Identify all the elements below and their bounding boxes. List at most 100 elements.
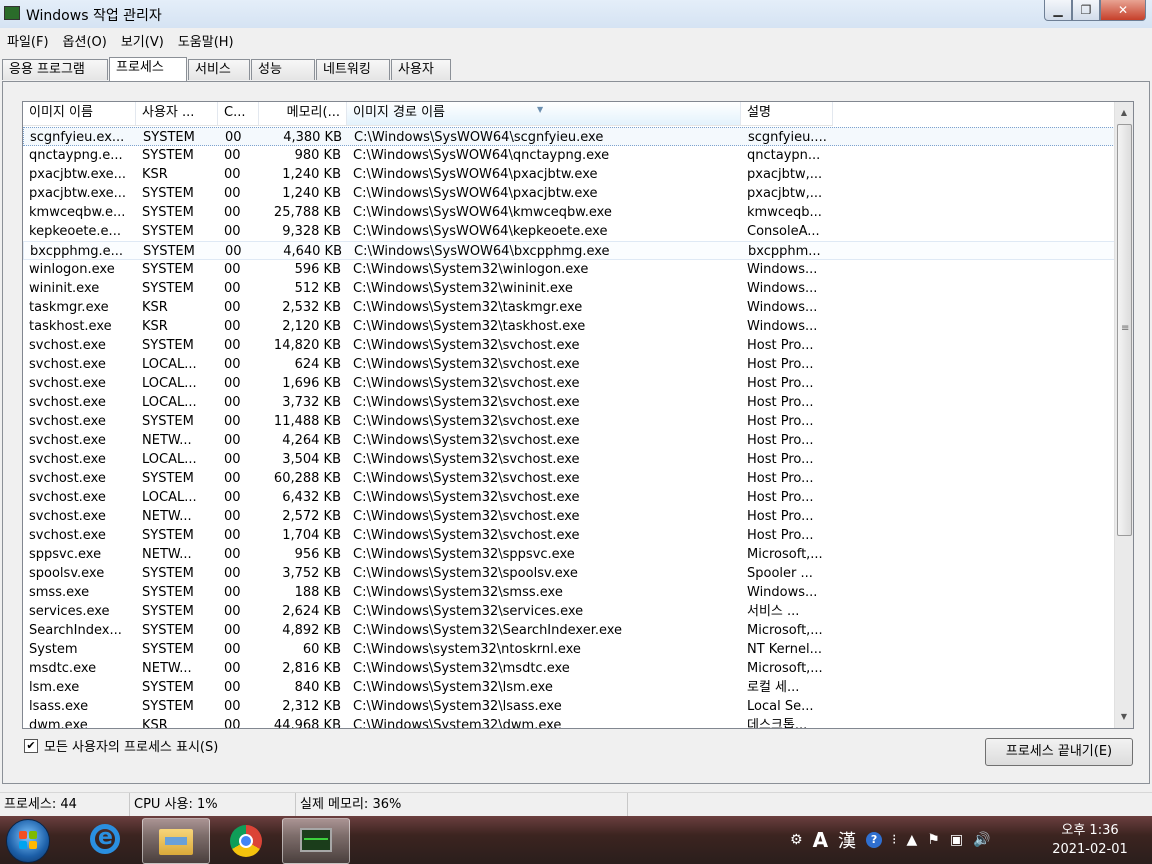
table-row[interactable]: svchost.exe NETW... 00 2,572 KB C:\Windows\S… — [23, 507, 1115, 526]
table-row[interactable]: svchost.exe LOCAL... 00 624 KB C:\Windows\Sy… — [23, 355, 1115, 374]
table-row[interactable]: pxacjbtw.exe... KSR 00 1,240 KB C:\Windows\S… — [23, 165, 1115, 184]
table-row[interactable]: SearchIndex... SYSTEM 00 4,892 KB C:\Windows… — [23, 621, 1115, 640]
taskbar-explorer[interactable] — [142, 818, 210, 864]
column-cpu[interactable]: C... — [218, 102, 259, 125]
maximize-button[interactable]: ❐ — [1072, 0, 1100, 21]
cell-image-name: svchost.exe — [29, 528, 106, 543]
table-row[interactable]: wininit.exe SYSTEM 00 512 KB C:\Windows\Syst… — [23, 279, 1115, 298]
menu-options[interactable]: 옵션(O) — [56, 28, 114, 52]
table-row[interactable]: taskmgr.exe KSR 00 2,532 KB C:\Windows\Syste… — [23, 298, 1115, 317]
cell-image-path: C:\Windows\SysWOW64\pxacjbtw.exe — [353, 167, 598, 182]
table-row[interactable]: kepkeoete.e... SYSTEM 00 9,328 KB C:\Windows… — [23, 222, 1115, 241]
table-row[interactable]: taskhost.exe KSR 00 2,120 KB C:\Windows\Syst… — [23, 317, 1115, 336]
column-memory[interactable]: 메모리(... — [259, 102, 347, 125]
scroll-thumb[interactable]: ≡ — [1117, 124, 1132, 536]
cell-memory: 2,312 KB — [282, 699, 341, 714]
end-process-button[interactable]: 프로세스 끝내기(E) — [985, 738, 1133, 766]
scroll-down-arrow-icon[interactable]: ▼ — [1115, 708, 1133, 725]
process-list[interactable]: 이미지 이름 사용자 ... C... 메모리(... 이미지 경로 이름 ▼ 설… — [22, 101, 1134, 729]
language-bar-icon[interactable]: ⚙ — [790, 832, 803, 848]
ime-mode-icon[interactable]: A — [813, 828, 828, 852]
cell-cpu: 00 — [224, 642, 241, 657]
tab-applications[interactable]: 응용 프로그램 — [2, 59, 108, 80]
vertical-scrollbar[interactable]: ▲ ≡ ▼ — [1114, 102, 1133, 728]
table-row[interactable]: lsm.exe SYSTEM 00 840 KB C:\Windows\System32… — [23, 678, 1115, 697]
start-button[interactable] — [6, 819, 50, 863]
cell-memory: 44,968 KB — [273, 718, 341, 729]
hanja-icon[interactable]: 漢 — [838, 827, 856, 853]
cell-memory: 1,696 KB — [282, 376, 341, 391]
table-row[interactable]: svchost.exe NETW... 00 4,264 KB C:\Windows\S… — [23, 431, 1115, 450]
cell-memory: 9,328 KB — [282, 224, 341, 239]
menu-help[interactable]: 도움말(H) — [171, 28, 241, 52]
clock[interactable]: 오후 1:36 2021-02-01 — [1040, 821, 1140, 859]
show-all-checkbox[interactable]: ✔ — [24, 738, 38, 753]
cell-image-path: C:\Windows\SysWOW64\scgnfyieu.exe — [354, 130, 604, 145]
cell-user-name: KSR — [142, 300, 168, 315]
tab-performance[interactable]: 성능 — [251, 59, 315, 80]
cell-memory: 1,704 KB — [282, 528, 341, 543]
table-row[interactable]: svchost.exe LOCAL... 00 3,504 KB C:\Windows\… — [23, 450, 1115, 469]
table-row[interactable]: svchost.exe SYSTEM 00 11,488 KB C:\Windows\S… — [23, 412, 1115, 431]
tab-users[interactable]: 사용자 — [391, 59, 451, 80]
table-row[interactable]: svchost.exe LOCAL... 00 3,732 KB C:\Windows\… — [23, 393, 1115, 412]
table-row[interactable]: svchost.exe LOCAL... 00 6,432 KB C:\Windows\… — [23, 488, 1115, 507]
table-row[interactable]: kmwceqbw.e... SYSTEM 00 25,788 KB C:\Windows… — [23, 203, 1115, 222]
table-row[interactable]: svchost.exe SYSTEM 00 1,704 KB C:\Windows\Sy… — [23, 526, 1115, 545]
cell-description: Host Pro... — [747, 490, 814, 505]
cell-image-path: C:\Windows\System32\svchost.exe — [353, 395, 580, 410]
table-row[interactable]: smss.exe SYSTEM 00 188 KB C:\Windows\System3… — [23, 583, 1115, 602]
show-all-users-option[interactable]: ✔ 모든 사용자의 프로세스 표시(S) — [24, 736, 218, 755]
table-row[interactable]: svchost.exe SYSTEM 00 14,820 KB C:\Windows\S… — [23, 336, 1115, 355]
table-row[interactable]: scgnfyieu.ex... SYSTEM 00 4,380 KB C:\Window… — [23, 127, 1115, 146]
table-row[interactable]: bxcpphmg.e... SYSTEM 00 4,640 KB C:\Windows\… — [23, 241, 1115, 260]
column-image-path[interactable]: 이미지 경로 이름 ▼ — [347, 102, 741, 125]
table-row[interactable]: svchost.exe SYSTEM 00 60,288 KB C:\Windows\S… — [23, 469, 1115, 488]
scroll-up-arrow-icon[interactable]: ▲ — [1115, 104, 1133, 121]
table-row[interactable]: System SYSTEM 00 60 KB C:\Windows\system32\n… — [23, 640, 1115, 659]
cell-image-name: svchost.exe — [29, 471, 106, 486]
window-controls: ▁ ❐ ✕ — [1044, 0, 1146, 21]
cell-description: Host Pro... — [747, 376, 814, 391]
taskbar-task-manager[interactable] — [282, 818, 350, 864]
cell-image-name: svchost.exe — [29, 395, 106, 410]
table-row[interactable]: spoolsv.exe SYSTEM 00 3,752 KB C:\Windows\Sy… — [23, 564, 1115, 583]
cell-memory: 1,240 KB — [282, 167, 341, 182]
column-description[interactable]: 설명 — [741, 102, 833, 125]
menu-file[interactable]: 파일(F) — [0, 28, 56, 52]
taskbar-internet-explorer[interactable]: e — [72, 818, 138, 862]
menu-view[interactable]: 보기(V) — [114, 28, 171, 52]
help-icon[interactable]: ? — [866, 832, 883, 848]
cell-description: scgnfyieu.... — [748, 130, 827, 145]
task-manager-icon — [4, 6, 20, 20]
tab-networking[interactable]: 네트워킹 — [316, 59, 390, 80]
column-user-name[interactable]: 사용자 ... — [136, 102, 218, 125]
table-row[interactable]: services.exe SYSTEM 00 2,624 KB C:\Windows\S… — [23, 602, 1115, 621]
table-row[interactable]: lsass.exe SYSTEM 00 2,312 KB C:\Windows\Syst… — [23, 697, 1115, 716]
column-image-name[interactable]: 이미지 이름 — [23, 102, 136, 125]
taskbar-chrome[interactable] — [212, 818, 278, 862]
network-icon[interactable]: ▣ — [950, 832, 963, 848]
tab-services[interactable]: 서비스 — [188, 59, 250, 80]
tab-processes[interactable]: 프로세스 — [109, 57, 187, 81]
table-row[interactable]: pxacjbtw.exe... SYSTEM 00 1,240 KB C:\Window… — [23, 184, 1115, 203]
table-row[interactable]: sppsvc.exe NETW... 00 956 KB C:\Windows\Syst… — [23, 545, 1115, 564]
minimize-button[interactable]: ▁ — [1044, 0, 1072, 21]
table-row[interactable]: svchost.exe LOCAL... 00 1,696 KB C:\Windows\… — [23, 374, 1115, 393]
cell-image-path: C:\Windows\System32\sppsvc.exe — [353, 547, 575, 562]
table-row[interactable]: msdtc.exe NETW... 00 2,816 KB C:\Windows\Sys… — [23, 659, 1115, 678]
clock-time: 오후 1:36 — [1061, 823, 1119, 838]
table-row[interactable]: dwm.exe KSR 00 44,968 KB C:\Windows\System32… — [23, 716, 1115, 729]
cell-image-name: pxacjbtw.exe... — [29, 167, 127, 182]
cell-cpu: 00 — [224, 490, 241, 505]
cell-image-name: dwm.exe — [29, 718, 88, 729]
show-hidden-icons-icon[interactable]: ▲ — [907, 832, 918, 848]
close-button[interactable]: ✕ — [1100, 0, 1146, 21]
cell-description: qnctaypn... — [747, 148, 821, 163]
table-row[interactable]: qnctaypng.e... SYSTEM 00 980 KB C:\Windows\S… — [23, 146, 1115, 165]
action-center-flag-icon[interactable]: ⚑ — [927, 832, 940, 848]
table-row[interactable]: winlogon.exe SYSTEM 00 596 KB C:\Windows\Sys… — [23, 260, 1115, 279]
ime-options-icon[interactable]: ⁝ — [892, 832, 896, 848]
volume-icon[interactable]: 🔊 — [973, 832, 990, 848]
cell-memory: 4,264 KB — [282, 433, 341, 448]
